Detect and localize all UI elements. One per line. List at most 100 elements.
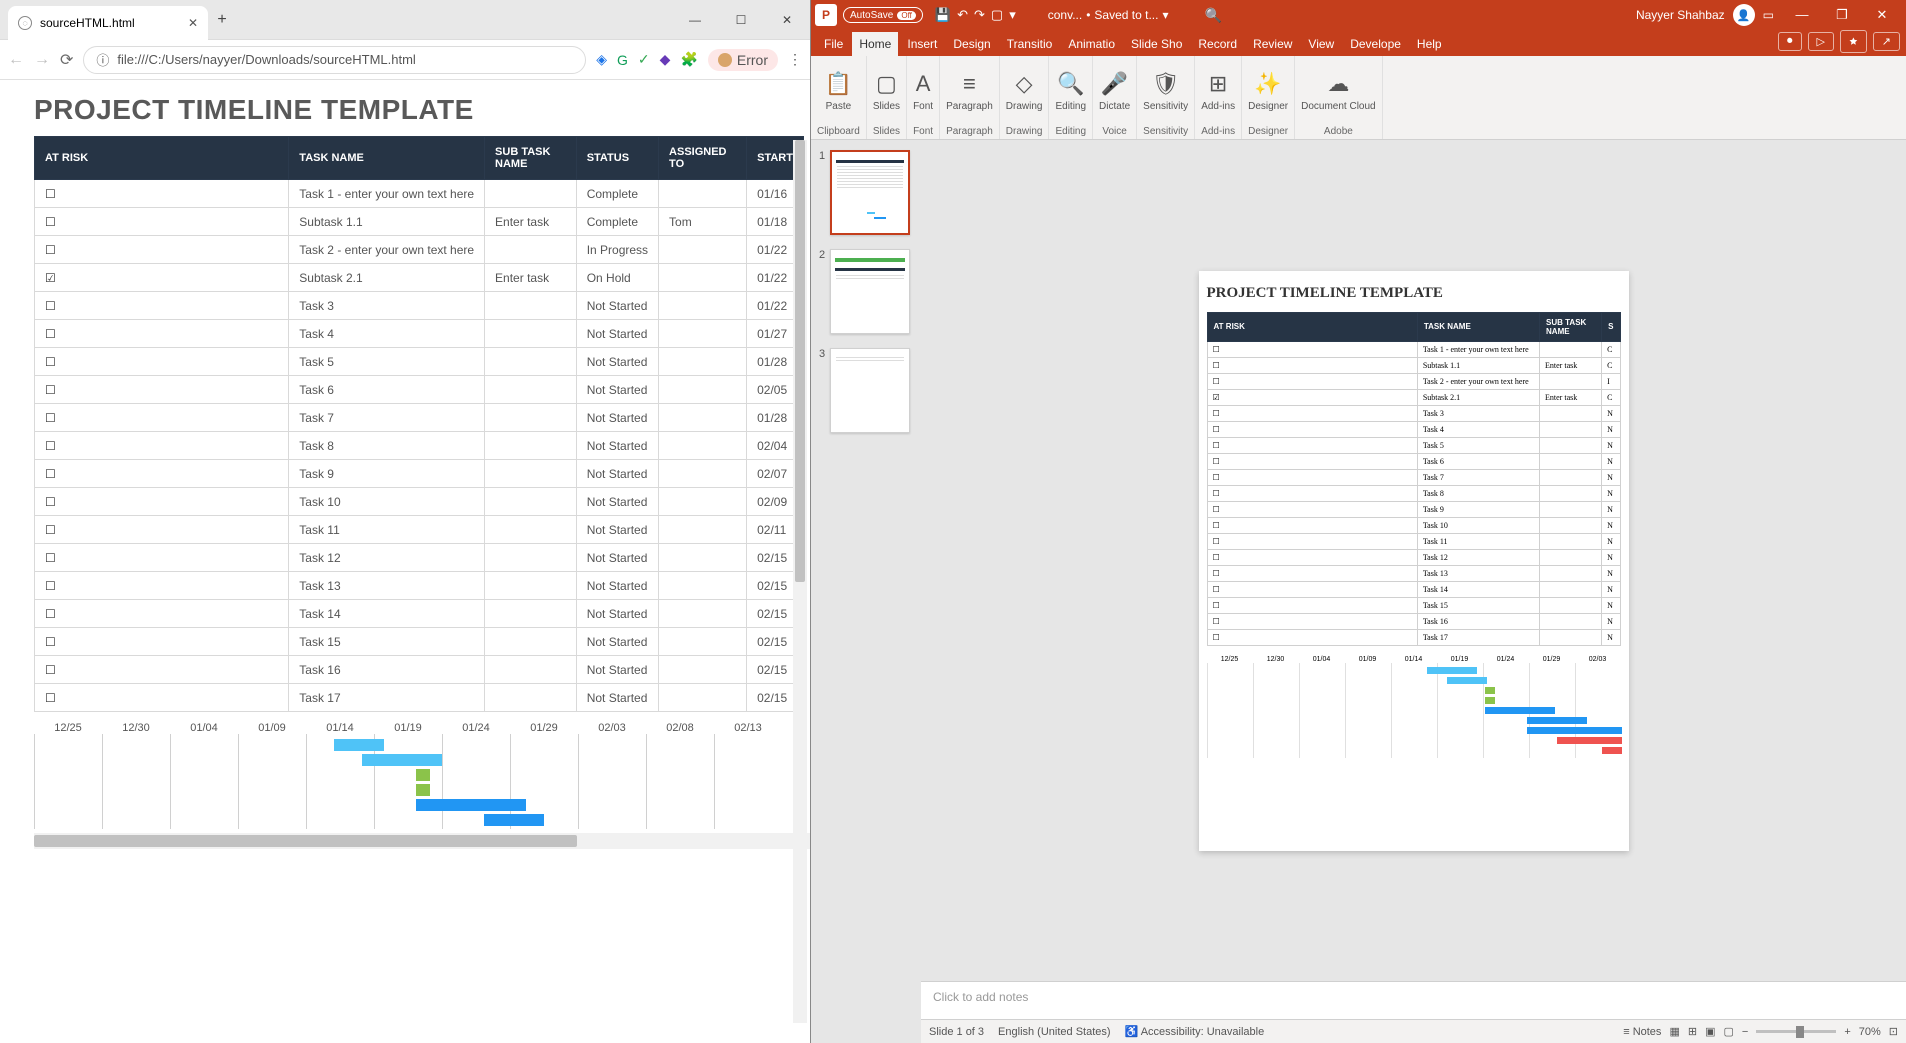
risk-checkbox[interactable]: ☐ bbox=[35, 432, 289, 460]
slide-thumb-1[interactable]: 1 bbox=[819, 150, 913, 235]
ribbon-group-slides[interactable]: ▢SlidesSlides bbox=[867, 56, 907, 139]
risk-checkbox[interactable]: ☐ bbox=[35, 348, 289, 376]
site-info-icon[interactable]: ⓘ bbox=[96, 50, 109, 69]
zoom-out-icon[interactable]: − bbox=[1742, 1026, 1748, 1038]
ribbon-tab-review[interactable]: Review bbox=[1246, 32, 1299, 56]
back-icon[interactable]: ← bbox=[8, 51, 24, 69]
forward-icon[interactable]: → bbox=[34, 51, 50, 69]
menu-icon[interactable]: ⋮ bbox=[788, 51, 802, 68]
ribbon-tab-transitio[interactable]: Transitio bbox=[1000, 32, 1060, 56]
risk-checkbox[interactable]: ☐ bbox=[35, 236, 289, 264]
risk-checkbox[interactable]: ☐ bbox=[35, 544, 289, 572]
risk-checkbox[interactable]: ☐ bbox=[35, 292, 289, 320]
ribbon-tab-develope[interactable]: Develope bbox=[1343, 32, 1408, 56]
ribbon-tab-slide sho[interactable]: Slide Sho bbox=[1124, 32, 1189, 56]
risk-checkbox[interactable]: ☐ bbox=[35, 628, 289, 656]
minimize-icon[interactable]: — bbox=[1782, 7, 1822, 23]
record-button[interactable]: ⏺ bbox=[1778, 32, 1802, 51]
ribbon-group-clipboard[interactable]: 📋PasteClipboard bbox=[811, 56, 867, 139]
new-tab-button[interactable]: + bbox=[208, 11, 236, 29]
ribbon-tab-help[interactable]: Help bbox=[1410, 32, 1449, 56]
slideshow-icon[interactable]: ▢ bbox=[991, 7, 1003, 23]
risk-checkbox[interactable]: ☐ bbox=[35, 572, 289, 600]
notes-toggle[interactable]: ≡ Notes bbox=[1623, 1026, 1661, 1038]
risk-checkbox[interactable]: ☐ bbox=[35, 684, 289, 712]
browser-tab[interactable]: ◌ sourceHTML.html ✕ bbox=[8, 6, 208, 40]
restore-icon[interactable]: ❐ bbox=[1822, 7, 1862, 23]
horizontal-scrollbar[interactable] bbox=[34, 833, 810, 849]
ribbon-group-paragraph[interactable]: ≡ParagraphParagraph bbox=[940, 56, 1000, 139]
ribbon-tab-home[interactable]: Home bbox=[852, 32, 898, 56]
accessibility-indicator[interactable]: ♿ Accessibility: Unavailable bbox=[1125, 1025, 1265, 1038]
risk-checkbox[interactable]: ☐ bbox=[35, 516, 289, 544]
zoom-level[interactable]: 70% bbox=[1859, 1026, 1881, 1038]
cell-status: Not Started bbox=[576, 404, 658, 432]
ribbon-tab-animatio[interactable]: Animatio bbox=[1061, 32, 1122, 56]
ribbon-tab-file[interactable]: File bbox=[817, 32, 850, 56]
ribbon-group-add-ins[interactable]: ⊞Add-insAdd-ins bbox=[1195, 56, 1242, 139]
risk-checkbox[interactable]: ☐ bbox=[35, 600, 289, 628]
risk-checkbox[interactable]: ☐ bbox=[35, 320, 289, 348]
slide-thumb-3[interactable]: 3 bbox=[819, 348, 913, 433]
ribbon-display-icon[interactable]: ▭ bbox=[1763, 8, 1774, 22]
zoom-slider[interactable] bbox=[1756, 1030, 1836, 1033]
minimize-icon[interactable]: — bbox=[672, 3, 718, 37]
slide-thumb-2[interactable]: 2 bbox=[819, 249, 913, 334]
save-icon[interactable]: 💾 bbox=[935, 7, 951, 23]
risk-checkbox[interactable]: ☐ bbox=[35, 376, 289, 404]
slide-indicator[interactable]: Slide 1 of 3 bbox=[929, 1026, 984, 1038]
language-indicator[interactable]: English (United States) bbox=[998, 1026, 1111, 1038]
cell-st: N bbox=[1602, 565, 1620, 581]
ribbon-tab-design[interactable]: Design bbox=[946, 32, 997, 56]
ribbon-tab-insert[interactable]: Insert bbox=[900, 32, 944, 56]
risk-checkbox[interactable]: ☐ bbox=[35, 656, 289, 684]
view-sorter-icon[interactable]: ⊞ bbox=[1688, 1025, 1697, 1038]
ribbon-group-editing[interactable]: 🔍EditingEditing bbox=[1049, 56, 1093, 139]
ribbon-group-adobe[interactable]: ☁Document CloudAdobe bbox=[1295, 56, 1382, 139]
slide-area[interactable]: PROJECT TIMELINE TEMPLATE AT RISK TASK N… bbox=[921, 140, 1906, 981]
notes-pane[interactable]: Click to add notes bbox=[921, 981, 1906, 1019]
view-slideshow-icon[interactable]: ▢ bbox=[1723, 1025, 1733, 1038]
risk-checkbox[interactable]: ☐ bbox=[35, 208, 289, 236]
document-name[interactable]: conv... • Saved to t... ▾ bbox=[1048, 8, 1169, 22]
reload-icon[interactable]: ⟳ bbox=[60, 50, 73, 70]
share-dropdown[interactable]: ↗ bbox=[1873, 32, 1900, 51]
ribbon-group-drawing[interactable]: ◇DrawingDrawing bbox=[1000, 56, 1050, 139]
risk-checkbox[interactable]: ☐ bbox=[35, 460, 289, 488]
extensions-icon[interactable]: 🧩 bbox=[680, 51, 697, 68]
ribbon-tab-record[interactable]: Record bbox=[1191, 32, 1244, 56]
ext-icon[interactable]: ◈ bbox=[596, 51, 607, 68]
share-button[interactable]: 🟊 bbox=[1840, 30, 1867, 53]
vertical-scrollbar[interactable] bbox=[793, 140, 807, 1023]
present-button[interactable]: ▷ bbox=[1808, 32, 1834, 51]
ext-icon[interactable]: ✓ bbox=[638, 51, 650, 68]
ext-icon[interactable]: ◆ bbox=[660, 51, 671, 68]
ribbon-group-designer[interactable]: ✨DesignerDesigner bbox=[1242, 56, 1295, 139]
ribbon-tab-view[interactable]: View bbox=[1301, 32, 1341, 56]
ribbon-group-sensitivity[interactable]: 🛡SensitivitySensitivity bbox=[1137, 56, 1195, 139]
risk-checkbox[interactable]: ☐ bbox=[35, 488, 289, 516]
view-normal-icon[interactable]: ▦ bbox=[1669, 1025, 1679, 1038]
profile-error-chip[interactable]: Error bbox=[708, 49, 778, 71]
zoom-in-icon[interactable]: + bbox=[1844, 1026, 1850, 1038]
maximize-icon[interactable]: ☐ bbox=[718, 3, 764, 37]
autosave-toggle[interactable]: AutoSave Off bbox=[843, 7, 923, 23]
user-name[interactable]: Nayyer Shahbaz bbox=[1636, 8, 1725, 22]
risk-checkbox[interactable]: ☐ bbox=[35, 404, 289, 432]
risk-checkbox[interactable]: ☐ bbox=[35, 180, 289, 208]
risk-checkbox[interactable]: ☑ bbox=[35, 264, 289, 292]
avatar-icon[interactable]: 👤 bbox=[1733, 4, 1755, 26]
qat-dropdown-icon[interactable]: ▾ bbox=[1009, 7, 1016, 23]
ribbon-group-font[interactable]: AFontFont bbox=[907, 56, 940, 139]
close-tab-icon[interactable]: ✕ bbox=[188, 16, 198, 30]
close-window-icon[interactable]: ✕ bbox=[764, 3, 810, 37]
view-reading-icon[interactable]: ▣ bbox=[1705, 1025, 1715, 1038]
url-input[interactable]: ⓘ file:///C:/Users/nayyer/Downloads/sour… bbox=[83, 46, 586, 74]
redo-icon[interactable]: ↷ bbox=[974, 7, 985, 23]
search-icon[interactable]: 🔍 bbox=[1204, 7, 1221, 24]
ext-icon[interactable]: G bbox=[617, 52, 628, 68]
undo-icon[interactable]: ↶ bbox=[957, 7, 968, 23]
fit-to-window-icon[interactable]: ⊡ bbox=[1889, 1025, 1898, 1038]
close-icon[interactable]: ✕ bbox=[1862, 7, 1902, 23]
ribbon-group-voice[interactable]: 🎤DictateVoice bbox=[1093, 56, 1137, 139]
